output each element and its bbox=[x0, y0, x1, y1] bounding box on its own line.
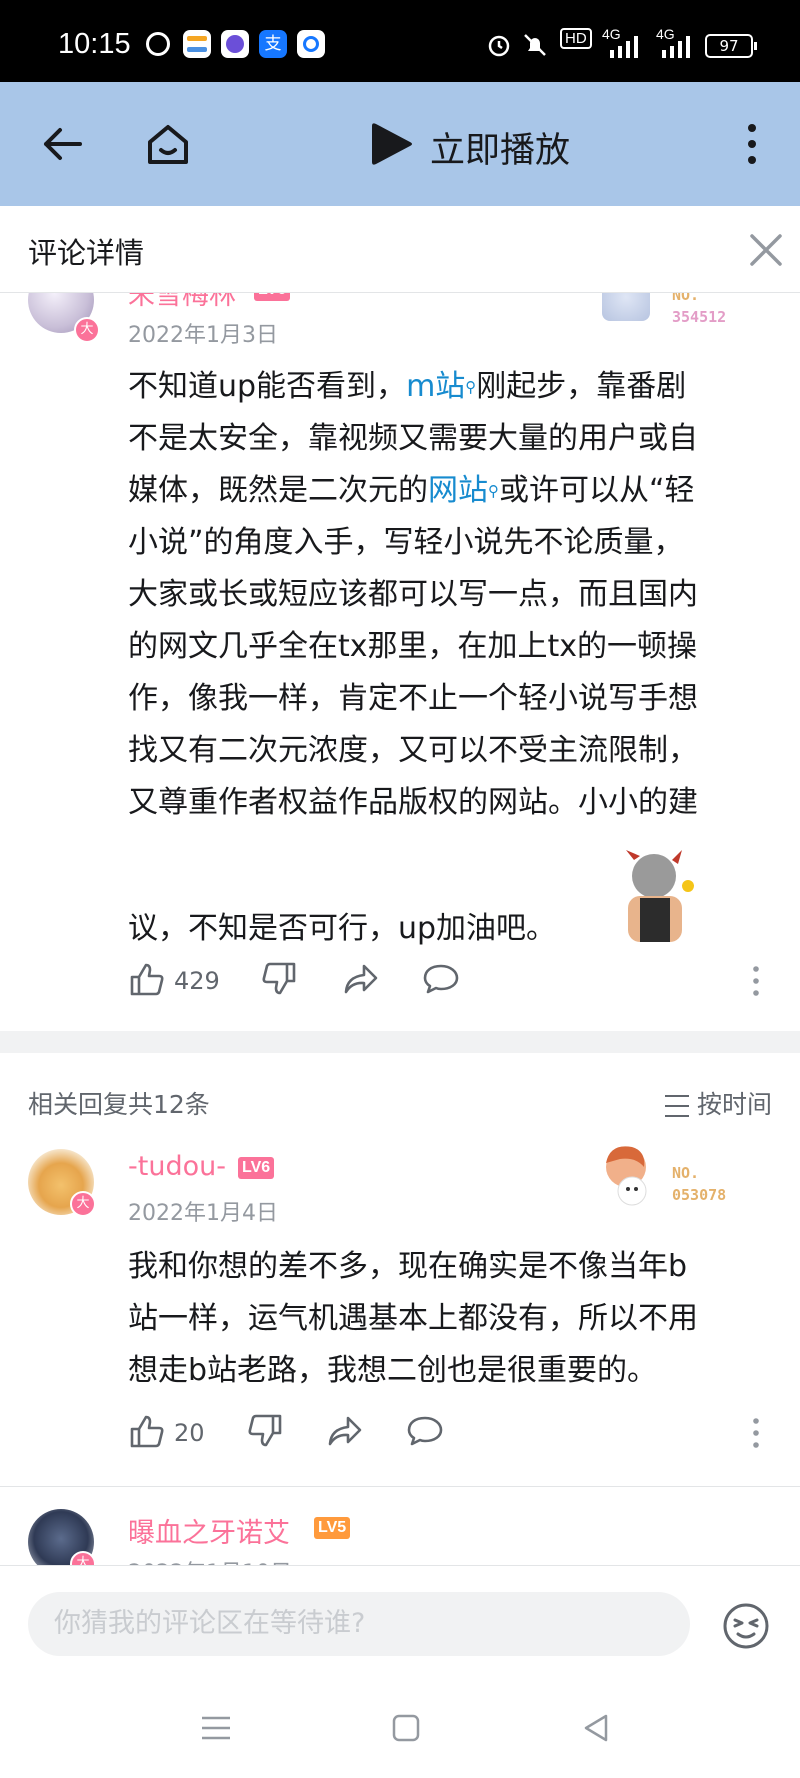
keyword-link[interactable]: 网站 bbox=[428, 473, 488, 508]
status-bar: 10:15 支 HD 4G 4G 97 bbox=[0, 0, 800, 82]
play-icon[interactable] bbox=[368, 120, 416, 168]
level-badge: LV6 bbox=[254, 293, 291, 301]
fan-medal-image bbox=[606, 1146, 647, 1206]
like-icon[interactable] bbox=[128, 961, 164, 997]
back-nav-icon[interactable] bbox=[578, 1710, 614, 1746]
username[interactable]: -tudou- bbox=[128, 1151, 226, 1182]
username[interactable]: 未雪梅林 bbox=[128, 293, 236, 312]
reply-icon[interactable] bbox=[422, 961, 460, 997]
comment-line: 找又有二次元浓度，又可以不受主流限制， bbox=[128, 733, 698, 768]
sort-label: 按时间 bbox=[696, 1090, 772, 1119]
wallet-app-icon bbox=[183, 30, 211, 58]
signal-icon-1 bbox=[610, 36, 638, 58]
fan-number: 053078 bbox=[672, 1186, 727, 1204]
share-icon[interactable] bbox=[342, 961, 380, 997]
reply-line: 站一样，运气机遇基本上都没有，所以不用 bbox=[128, 1301, 698, 1336]
alarm-icon bbox=[488, 35, 510, 57]
more-options-icon[interactable] bbox=[740, 122, 764, 166]
panel-title: 评论详情 bbox=[28, 236, 145, 270]
keyword-link[interactable]: m站 bbox=[406, 369, 465, 404]
comment-detail-header: 评论详情 bbox=[0, 206, 800, 293]
alipay-app-icon: 支 bbox=[259, 30, 287, 58]
comment-actions: 429 bbox=[128, 961, 778, 1001]
reply-line: 我和你想的差不多，现在确实是不像当年b bbox=[128, 1249, 688, 1284]
reply-actions: 20 bbox=[128, 1413, 778, 1453]
status-time: 10:15 bbox=[58, 28, 131, 60]
comment-line: 又尊重作者权益作品版权的网站。小小的建 bbox=[128, 785, 698, 820]
comment-input[interactable]: 你猜我的评论区在等待谁? bbox=[28, 1592, 690, 1656]
reply-icon[interactable] bbox=[406, 1413, 444, 1449]
fan-medal-image bbox=[602, 293, 650, 321]
comment-body: 不知道up能否看到，m站⚲刚起步，靠番剧 不是太安全，靠视频又需要大量的用户或自… bbox=[128, 361, 778, 829]
dislike-icon[interactable] bbox=[248, 1413, 284, 1449]
comment-input-bar: 你猜我的评论区在等待谁? bbox=[0, 1565, 800, 1681]
menu-nav-icon[interactable] bbox=[198, 1710, 234, 1746]
search-small-icon: ⚲ bbox=[465, 378, 477, 396]
battery-icon: 97 bbox=[705, 34, 757, 58]
comment-line: 大家或长或短应该都可以写一点，而且国内 bbox=[128, 577, 698, 612]
comment-date: 2022年1月10日 bbox=[128, 1555, 292, 1565]
sort-by-time-button[interactable]: 按时间 bbox=[664, 1085, 772, 1121]
divider bbox=[0, 1486, 800, 1487]
vip-badge-icon: 大 bbox=[70, 1191, 96, 1217]
vip-badge-icon: 大 bbox=[70, 1551, 96, 1565]
reply-body: 我和你想的差不多，现在确实是不像当年b 站一样，运气机遇基本上都没有，所以不用 … bbox=[128, 1241, 778, 1397]
sort-list-icon bbox=[664, 1095, 689, 1117]
like-count: 20 bbox=[174, 1419, 205, 1447]
level-badge: LV6 bbox=[238, 1157, 275, 1179]
system-nav-bar bbox=[0, 1680, 800, 1778]
sticker-emote bbox=[626, 850, 694, 942]
browser-app-icon bbox=[221, 30, 249, 58]
search-small-icon: ⚲ bbox=[488, 482, 499, 500]
reply-line: 想走b站老路，我想二创也是很重要的。 bbox=[128, 1353, 658, 1388]
comment-line: 不是太安全，靠视频又需要大量的用户或自 bbox=[128, 421, 698, 456]
comment-line: 媒体，既然是二次元的网站⚲或许可以从“轻 bbox=[128, 465, 778, 517]
like-icon[interactable] bbox=[128, 1413, 164, 1449]
emoji-icon[interactable] bbox=[722, 1602, 770, 1650]
comment-more-icon[interactable] bbox=[752, 965, 760, 997]
text: 或许可以从“轻 bbox=[499, 473, 695, 508]
app-notification-icon bbox=[146, 32, 170, 56]
app-o-icon bbox=[297, 30, 325, 58]
text: 刚起步，靠番剧 bbox=[476, 369, 687, 404]
comment-scroll-area[interactable]: 大 未雪梅林 LV6 2022年1月3日 NO. 354512 不知道up能否看… bbox=[0, 293, 800, 1565]
signal-icon-2 bbox=[662, 36, 690, 58]
comment-date: 2022年1月3日 bbox=[128, 323, 278, 348]
play-now-button[interactable]: 立即播放 bbox=[430, 122, 570, 173]
comment-line: 作，像我一样，肯定不止一个轻小说写手想 bbox=[128, 681, 698, 716]
video-top-bar: 立即播放 bbox=[0, 82, 800, 206]
close-icon[interactable] bbox=[746, 230, 786, 270]
share-icon[interactable] bbox=[326, 1413, 364, 1449]
vip-badge-icon: 大 bbox=[74, 317, 100, 343]
fan-number-label: NO. bbox=[672, 1164, 700, 1182]
back-arrow-icon[interactable] bbox=[40, 122, 84, 166]
home-icon[interactable] bbox=[144, 120, 192, 168]
text: 不知道up能否看到， bbox=[128, 369, 407, 404]
comment-line: 小说”的角度入手，写轻小说先不论质量， bbox=[128, 525, 684, 560]
dislike-icon[interactable] bbox=[262, 961, 298, 997]
comment-last-line: 议，不知是否可行，up加油吧。 bbox=[128, 911, 557, 946]
section-divider bbox=[0, 1031, 800, 1053]
text: 媒体，既然是二次元的 bbox=[128, 473, 428, 508]
hd-indicator: HD bbox=[560, 28, 592, 49]
comment-line: 的网文几乎全在tx那里，在加上tx的一顿操 bbox=[128, 629, 698, 664]
comment-date: 2022年1月4日 bbox=[128, 1201, 278, 1226]
home-nav-icon[interactable] bbox=[388, 1710, 424, 1746]
username[interactable]: 曝血之牙诺艾 bbox=[128, 1511, 290, 1550]
like-count: 429 bbox=[174, 967, 220, 995]
mute-bell-icon bbox=[524, 34, 546, 56]
level-badge: LV5 bbox=[314, 1517, 351, 1539]
comment-more-icon[interactable] bbox=[752, 1417, 760, 1449]
fan-number-label: NO. bbox=[672, 293, 700, 304]
reply-count-label: 相关回复共12条 bbox=[28, 1090, 210, 1119]
fan-number: 354512 bbox=[672, 308, 727, 326]
comment-line: 不知道up能否看到，m站⚲刚起步，靠番剧 bbox=[128, 361, 778, 413]
